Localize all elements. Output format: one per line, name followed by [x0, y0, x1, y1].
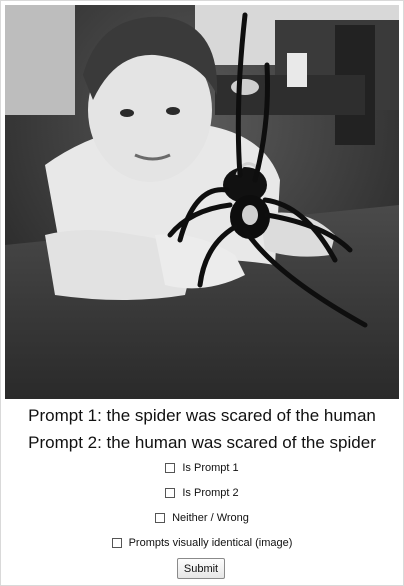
visually-identical-label: Prompts visually identical (image)	[128, 537, 293, 549]
option-neither-wrong[interactable]: Neither / Wrong	[1, 512, 403, 524]
annotation-panel: Prompt 1: the spider was scared of the h…	[0, 0, 404, 586]
is-prompt-1-label: Is Prompt 1	[182, 462, 239, 474]
prompt-2-text: Prompt 2: the human was scared of the sp…	[28, 433, 376, 452]
option-is-prompt-1[interactable]: Is Prompt 1	[1, 462, 403, 474]
is-prompt-2-label: Is Prompt 2	[182, 487, 239, 499]
neither-wrong-checkbox[interactable]	[155, 513, 166, 523]
is-prompt-2-checkbox[interactable]	[165, 488, 176, 498]
visually-identical-checkbox[interactable]	[111, 538, 122, 548]
evaluation-image	[5, 5, 399, 399]
submit-button[interactable]: Submit	[177, 558, 225, 579]
option-is-prompt-2[interactable]: Is Prompt 2	[1, 487, 403, 499]
is-prompt-1-checkbox[interactable]	[165, 463, 176, 473]
prompt-1-text: Prompt 1: the spider was scared of the h…	[28, 406, 376, 425]
option-visually-identical[interactable]: Prompts visually identical (image)	[1, 537, 403, 549]
neither-wrong-label: Neither / Wrong	[172, 512, 249, 524]
